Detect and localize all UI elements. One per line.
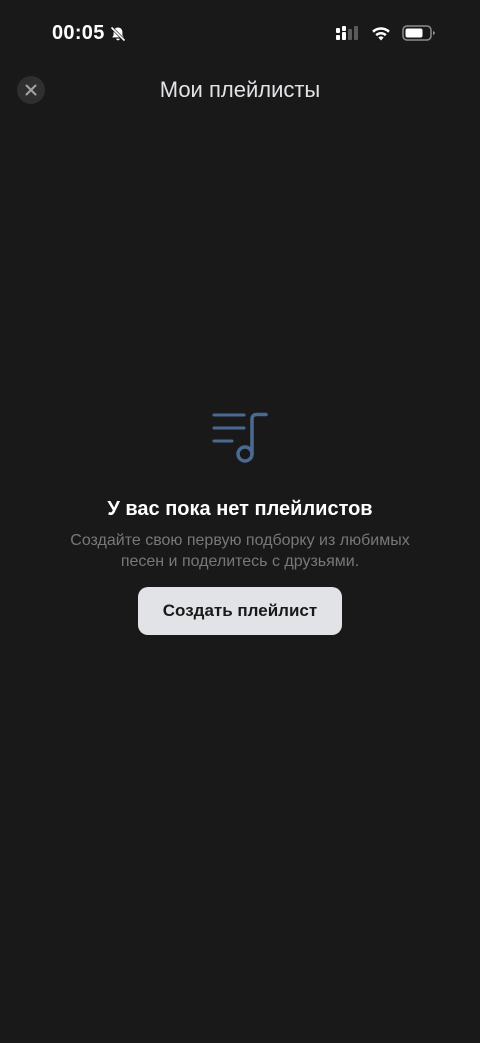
playlist-music-icon <box>212 412 268 463</box>
wifi-icon <box>372 27 390 41</box>
nav-bar: Мои плейлисты <box>0 70 480 110</box>
empty-state: У вас пока нет плейлистов Создайте свою … <box>0 410 480 635</box>
create-playlist-button[interactable]: Создать плейлист <box>138 587 342 635</box>
empty-state-subtitle-line1: Создайте свою первую подборку из любимых <box>70 532 410 549</box>
battery-icon <box>402 25 435 41</box>
status-right-icons <box>334 24 436 42</box>
empty-state-subtitle: Создайте свою первую подборку из любимых… <box>30 530 450 572</box>
empty-state-subtitle-line2: песен и поделитесь с друзьями. <box>120 553 360 570</box>
empty-state-title: У вас пока нет плейлистов <box>107 498 373 520</box>
status-bar: 00:05 <box>0 0 480 70</box>
page-title: Мои плейлисты <box>159 77 321 102</box>
status-time: 00:05 <box>52 22 105 44</box>
bell-off-icon <box>110 25 126 42</box>
status-time-group: 00:05 <box>52 22 127 45</box>
cellular-signal-icon <box>336 26 358 40</box>
